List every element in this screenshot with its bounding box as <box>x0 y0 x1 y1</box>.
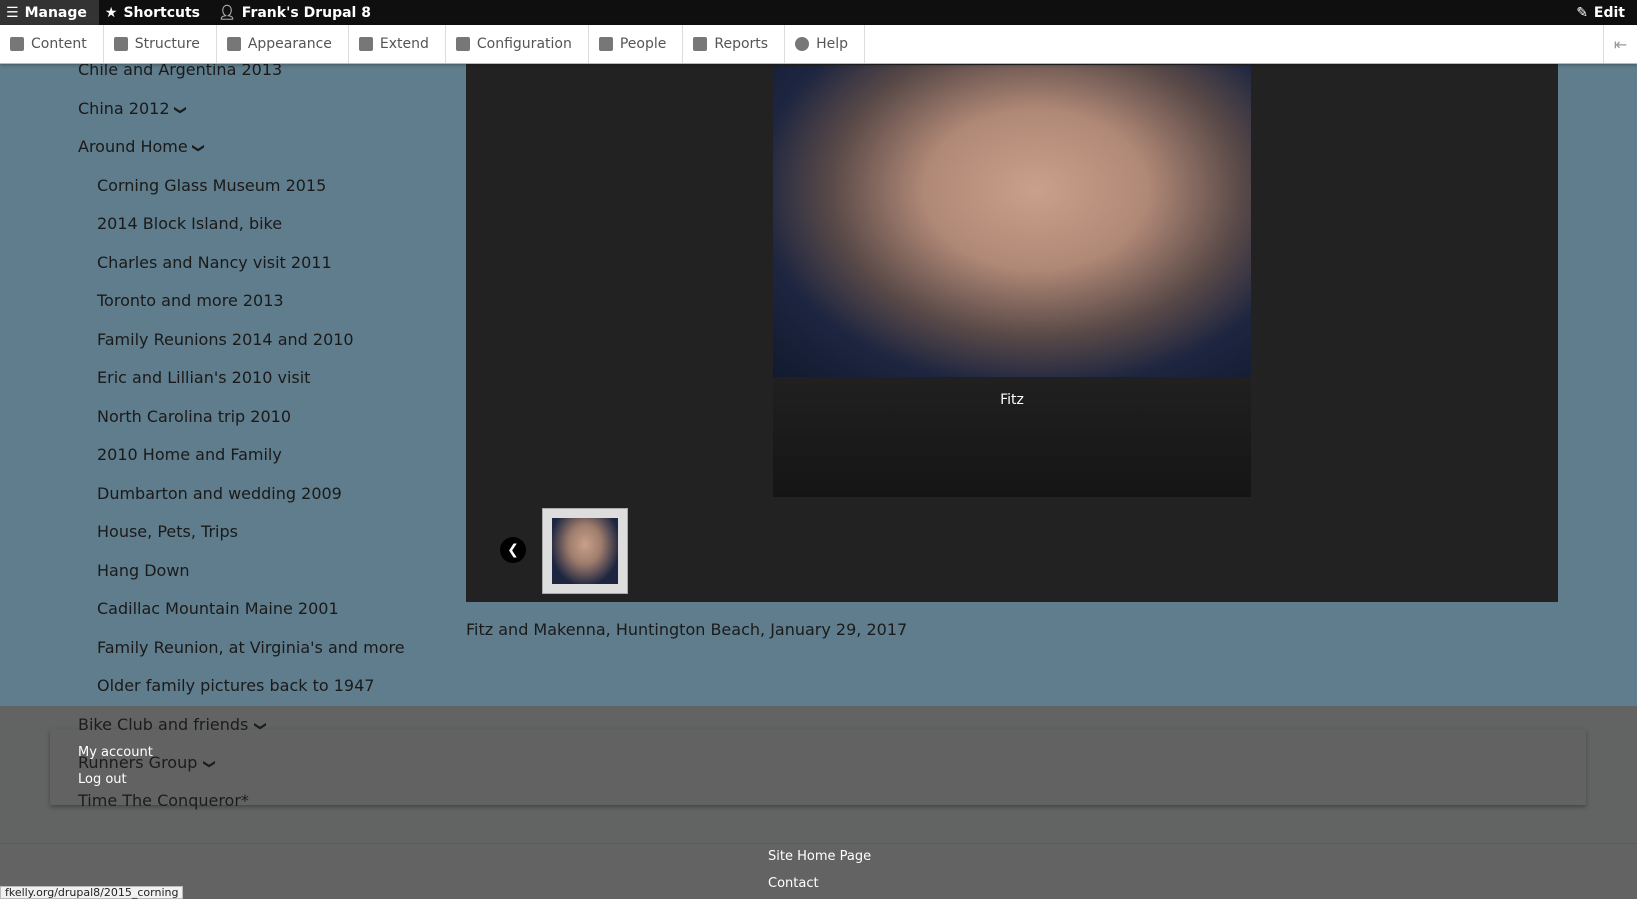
main-photo[interactable] <box>773 65 1251 377</box>
chevron-down-icon[interactable]: ❯ <box>174 104 188 114</box>
menu-item-label: Charles and Nancy visit 2011 <box>97 252 332 272</box>
sidebar-subitem[interactable]: Family Reunion, at Virginia's and more <box>97 638 405 657</box>
wrench-icon <box>455 37 470 51</box>
sidebar-item[interactable]: Time The Conqueror* <box>78 791 249 810</box>
shortcuts-button[interactable]: ★ Shortcuts <box>99 0 212 25</box>
sidebar-subitem[interactable]: House, Pets, Trips <box>97 522 238 541</box>
star-icon: ★ <box>104 4 118 21</box>
status-bar-url: fkelly.org/drupal8/2015_corning <box>0 886 184 899</box>
chevron-down-icon[interactable]: ❯ <box>192 143 206 153</box>
tab-extend[interactable]: Extend <box>349 25 446 63</box>
edit-button[interactable]: ✎ Edit <box>1576 0 1625 25</box>
menu-icon: ☰ <box>6 4 19 21</box>
menu-item-label: Family Reunions 2014 and 2010 <box>97 329 354 349</box>
contact-link[interactable]: Contact <box>768 876 819 891</box>
user-icon: 👤︎ <box>218 4 236 21</box>
tab-appearance[interactable]: Appearance <box>217 25 349 63</box>
tab-configuration[interactable]: Configuration <box>446 25 589 63</box>
photo-caption-box: Fitz <box>773 377 1251 497</box>
sidebar-subitem[interactable]: Older family pictures back to 1947 <box>97 676 374 695</box>
menu-item-label: Bike Club and friends <box>78 715 249 734</box>
menu-item-label: Toronto and more 2013 <box>97 291 284 310</box>
gallery-panel: Fitz ❮ <box>466 64 1558 602</box>
sidebar-subitem[interactable]: Hang Down <box>97 561 190 580</box>
menu-item-label: North Carolina trip 2010 <box>97 406 292 426</box>
sidebar-item[interactable]: Bike Club and friends ❯ <box>78 715 268 734</box>
gallery-description: Fitz and Makenna, Huntington Beach, Janu… <box>466 620 908 639</box>
manage-button[interactable]: ☰ Manage <box>0 0 99 25</box>
menu-item-label: Runners Group <box>78 753 198 772</box>
collapse-icon: ⇤ <box>1613 34 1628 54</box>
thumbnail-image <box>552 518 618 584</box>
sidebar-subitem[interactable]: Eric and Lillian's 2010 visit <box>97 368 310 387</box>
menu-item-label: Around Home <box>78 137 188 156</box>
menu-item-label: Eric and Lillian's 2010 visit <box>97 368 311 387</box>
menu-item-label: 2010 Home and Family <box>97 445 282 464</box>
tab-structure[interactable]: Structure <box>104 25 217 63</box>
file-icon <box>10 37 24 51</box>
menu-item-label: Dumbarton and wedding 2009 <box>97 483 342 503</box>
admin-toolbar: ☰ Manage ★ Shortcuts 👤︎ Frank's Drupal 8 ✎ E… <box>0 0 1637 25</box>
menu-item-label: Time The Conqueror* <box>78 791 249 810</box>
sitemap-icon <box>113 37 128 51</box>
logout-link[interactable]: Log out <box>78 772 127 787</box>
collapse-tray-button[interactable]: ⇤ <box>1603 25 1637 63</box>
menu-item-label: Corning Glass Museum 2015 <box>97 175 327 195</box>
toolbar-tray: Content Structure Appearance Extend Conf… <box>0 25 1637 64</box>
menu-item-label: 2014 Block Island, bike <box>97 214 283 233</box>
sidebar-subitem[interactable]: Cadillac Mountain Maine 2001 <box>97 599 339 618</box>
tab-reports[interactable]: Reports <box>683 25 786 63</box>
sidebar-subitem[interactable]: North Carolina trip 2010 <box>97 407 291 426</box>
tab-help[interactable]: Help <box>785 25 865 63</box>
menu-item-label: House, Pets, Trips <box>97 522 238 541</box>
menu-item-label: Hang Down <box>97 560 190 580</box>
menu-item-label: China 2012 <box>78 98 170 118</box>
sidebar-subitem[interactable]: Corning Glass Museum 2015 <box>97 176 326 195</box>
sidebar-subitem[interactable]: 2014 Block Island, bike <box>97 214 282 233</box>
user-menu <box>50 729 1586 805</box>
sidebar-subitem[interactable]: Toronto and more 2013 <box>97 291 284 310</box>
menu-item-label: Older family pictures back to 1947 <box>97 676 375 695</box>
menu-item-label: Family Reunion, at Virginia's and more <box>97 637 405 657</box>
chevron-left-icon: ❮ <box>507 542 519 558</box>
photo-caption: Fitz <box>1000 392 1024 408</box>
thumbnail[interactable] <box>542 508 628 594</box>
sidebar-item[interactable]: China 2012 ❯ <box>78 98 188 118</box>
previous-button[interactable]: ❮ <box>500 537 526 563</box>
sidebar-subitem[interactable]: Family Reunions 2014 and 2010 <box>97 330 354 349</box>
chevron-down-icon[interactable]: ❯ <box>203 759 217 769</box>
tab-people[interactable]: People <box>589 25 684 63</box>
tab-content[interactable]: Content <box>0 25 104 63</box>
user-button[interactable]: 👤︎ Frank's Drupal 8 <box>212 0 383 25</box>
help-icon <box>795 37 810 51</box>
sidebar-subitem[interactable]: Dumbarton and wedding 2009 <box>97 484 342 503</box>
pencil-icon: ✎ <box>1576 4 1588 21</box>
sidebar-item[interactable]: Around Home ❯ <box>78 137 206 156</box>
puzzle-icon <box>358 37 373 51</box>
sidebar-subitem[interactable]: 2010 Home and Family <box>97 445 282 464</box>
menu-item-label: Cadillac Mountain Maine 2001 <box>97 599 339 618</box>
bar-chart-icon <box>693 37 708 51</box>
chevron-down-icon[interactable]: ❯ <box>254 721 268 731</box>
site-home-link[interactable]: Site Home Page <box>768 849 871 864</box>
people-icon <box>598 37 613 51</box>
sidebar-item[interactable]: Runners Group ❯ <box>78 753 217 772</box>
sidebar-subitem[interactable]: Charles and Nancy visit 2011 <box>97 253 332 272</box>
paintbrush-icon <box>226 37 241 51</box>
